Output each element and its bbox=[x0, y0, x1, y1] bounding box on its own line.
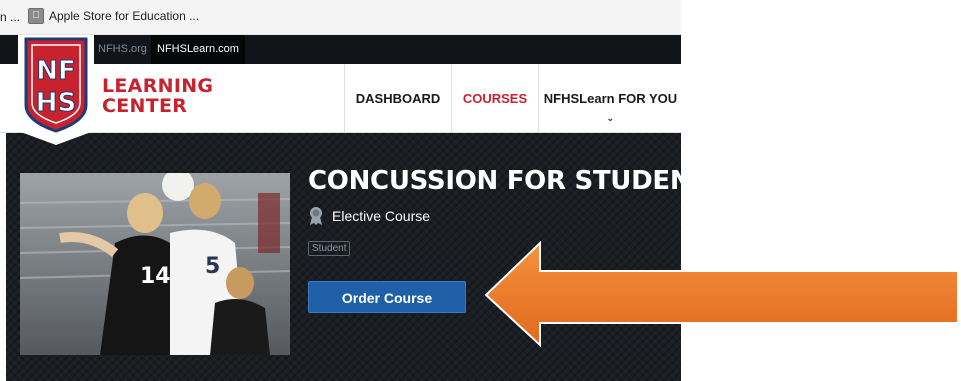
nfhs-logo[interactable]: NF HS bbox=[18, 35, 94, 145]
svg-text:HS: HS bbox=[36, 88, 77, 118]
annotation-arrow-icon bbox=[484, 241, 959, 347]
nav-courses-label: COURSES bbox=[462, 90, 528, 106]
audience-tag: Student bbox=[308, 241, 351, 256]
brand-title[interactable]: LEARNING CENTER bbox=[102, 76, 213, 116]
bookmark-apple-store[interactable]:  Apple Store for Education ... bbox=[28, 8, 199, 24]
nav-nfhslearn-for-you[interactable]: NFHSLearn FOR YOU ⌄ bbox=[538, 64, 682, 132]
brand-line2: CENTER bbox=[102, 95, 188, 117]
nav-dashboard[interactable]: DASHBOARD bbox=[344, 64, 451, 132]
nav-courses[interactable]: COURSES bbox=[451, 64, 538, 132]
nav-dashboard-label: DASHBOARD bbox=[355, 90, 441, 106]
brand-line1: LEARNING bbox=[102, 75, 214, 97]
bookmark-truncated[interactable]: n ... bbox=[0, 10, 20, 24]
order-course-button[interactable]: Order Course bbox=[308, 281, 466, 313]
course-type-label: Elective Course bbox=[332, 208, 431, 224]
svg-text:14: 14 bbox=[140, 264, 171, 289]
main-navbar: LEARNING CENTER DASHBOARD COURSES NFHSLe… bbox=[0, 64, 681, 133]
course-title: CONCUSSION FOR STUDENTS bbox=[308, 166, 728, 196]
nav-for-you-label: NFHSLearn FOR YOU bbox=[543, 90, 678, 106]
bookmark-label: Apple Store for Education ... bbox=[49, 9, 200, 23]
award-ribbon-icon bbox=[310, 207, 322, 225]
apple-icon:  bbox=[28, 8, 44, 24]
course-type: Elective Course bbox=[308, 206, 430, 226]
nfhslearn-link[interactable]: NFHSLearn.com bbox=[151, 35, 245, 64]
course-photo: 14 5 bbox=[20, 173, 290, 355]
nfhs-org-link[interactable]: NFHS.org bbox=[98, 43, 147, 55]
svg-text:5: 5 bbox=[205, 254, 220, 279]
site-topbar: NFHS.org NFHSLearn.com bbox=[0, 35, 681, 64]
bookmarks-bar: n ...  Apple Store for Education ... bbox=[0, 0, 681, 35]
chevron-down-icon: ⌄ bbox=[606, 113, 615, 123]
svg-text:NF: NF bbox=[36, 56, 76, 86]
